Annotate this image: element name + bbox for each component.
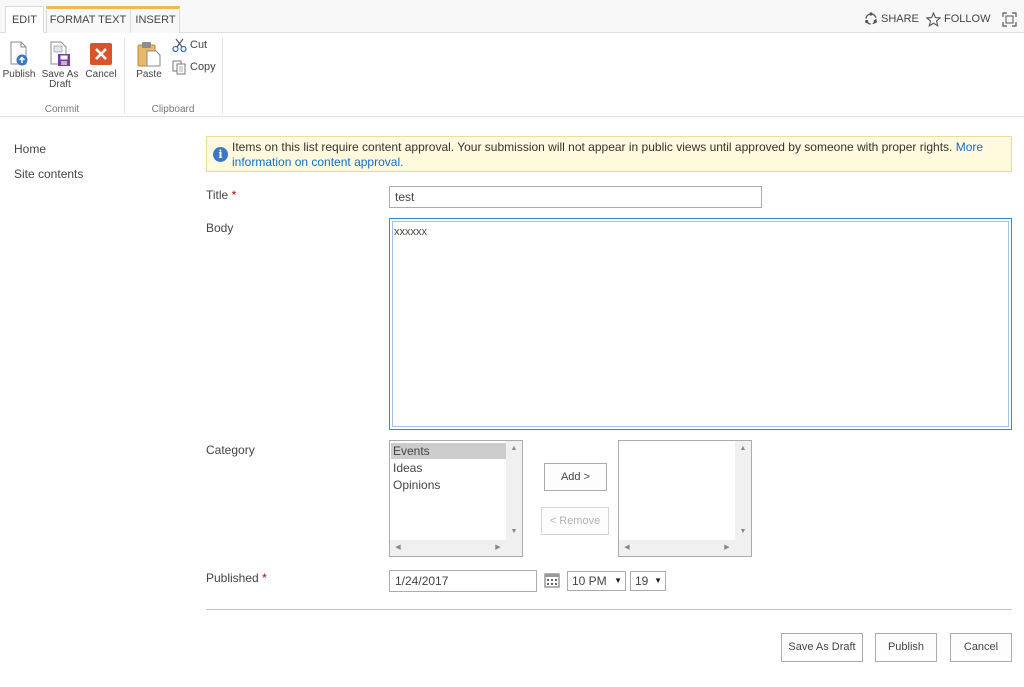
share-button[interactable]: SHARE bbox=[864, 11, 919, 27]
publish-ribbon-button[interactable]: Publish bbox=[2, 41, 36, 80]
copy-label: Copy bbox=[190, 61, 216, 73]
scroll-left-icon[interactable]: ◀ bbox=[619, 540, 635, 556]
cancel-button[interactable]: Cancel bbox=[950, 633, 1012, 662]
vertical-scrollbar[interactable]: ▲ ▼ bbox=[506, 441, 522, 540]
focus-mode-button[interactable] bbox=[1002, 11, 1020, 27]
category-selected-list[interactable]: ▲ ▼ ◀ ▶ bbox=[618, 440, 752, 557]
save-as-draft-ribbon-label-2: Draft bbox=[49, 79, 71, 90]
body-label: Body bbox=[206, 221, 234, 235]
scroll-right-icon[interactable]: ▶ bbox=[490, 540, 506, 556]
required-marker: * bbox=[262, 571, 267, 585]
scroll-down-icon[interactable]: ▼ bbox=[735, 524, 751, 540]
scissors-icon bbox=[172, 38, 187, 52]
banner-text: Items on this list require content appro… bbox=[232, 140, 953, 154]
tab-format-text[interactable]: FORMAT TEXT bbox=[47, 9, 129, 33]
cut-button[interactable]: Cut bbox=[172, 37, 207, 53]
horizontal-scrollbar[interactable]: ◀ ▶ bbox=[390, 540, 522, 556]
save-as-draft-button[interactable]: Save As Draft bbox=[781, 633, 863, 662]
category-option-events[interactable]: Events bbox=[391, 443, 506, 459]
publish-ribbon-label: Publish bbox=[2, 69, 36, 80]
body-editor[interactable]: xxxxxx bbox=[389, 218, 1012, 430]
ribbon-body: Publish Save As Draft Cancel Commit Past… bbox=[0, 33, 1024, 117]
cancel-ribbon-button[interactable]: Cancel bbox=[84, 41, 118, 80]
focus-icon bbox=[1002, 11, 1017, 27]
chevron-down-icon: ▼ bbox=[654, 576, 662, 585]
title-label-text: Title bbox=[206, 188, 229, 202]
remove-category-button[interactable]: < Remove bbox=[541, 507, 609, 535]
follow-button[interactable]: FOLLOW bbox=[925, 11, 991, 27]
ribbon-group-divider bbox=[124, 38, 125, 114]
banner-message: Items on this list require content appro… bbox=[232, 140, 1010, 170]
commit-group-label: Commit bbox=[44, 104, 80, 115]
copy-button[interactable]: Copy bbox=[172, 59, 216, 75]
save-as-draft-ribbon-button[interactable]: Save As Draft bbox=[40, 41, 80, 90]
tab-edit[interactable]: EDIT bbox=[5, 6, 44, 33]
nav-site-contents[interactable]: Site contents bbox=[14, 167, 83, 181]
share-label: SHARE bbox=[881, 13, 919, 25]
tab-insert[interactable]: INSERT bbox=[130, 9, 180, 33]
category-label: Category bbox=[206, 443, 255, 457]
add-category-button[interactable]: Add > bbox=[544, 463, 607, 491]
vertical-scrollbar[interactable]: ▲ ▼ bbox=[735, 441, 751, 540]
ribbon-group-divider bbox=[222, 38, 223, 114]
category-option-ideas[interactable]: Ideas bbox=[391, 460, 506, 476]
body-editor-text[interactable]: xxxxxx bbox=[392, 221, 1009, 427]
clipboard-group-label: Clipboard bbox=[151, 104, 195, 115]
title-label: Title * bbox=[206, 188, 236, 202]
cancel-ribbon-label: Cancel bbox=[85, 69, 117, 80]
nav-home[interactable]: Home bbox=[14, 142, 46, 156]
published-date-input[interactable] bbox=[389, 570, 537, 592]
ribbon-tab-bar: EDIT FORMAT TEXT INSERT SHARE FOLLOW bbox=[0, 0, 1024, 33]
paste-ribbon-label: Paste bbox=[136, 69, 162, 80]
published-label: Published * bbox=[206, 571, 267, 585]
title-input[interactable] bbox=[389, 186, 762, 208]
follow-label: FOLLOW bbox=[944, 13, 991, 25]
category-available-list[interactable]: Events Ideas Opinions ▲ ▼ ◀ ▶ bbox=[389, 440, 523, 557]
publish-icon bbox=[7, 41, 31, 67]
scroll-up-icon[interactable]: ▲ bbox=[506, 441, 522, 457]
share-icon bbox=[865, 12, 877, 25]
published-label-text: Published bbox=[206, 571, 259, 585]
form-divider bbox=[206, 609, 1012, 610]
paste-ribbon-button[interactable]: Paste bbox=[133, 41, 165, 80]
published-hour-select[interactable]: 10 PM ▼ bbox=[567, 571, 626, 591]
copy-icon bbox=[172, 60, 186, 75]
chevron-down-icon: ▼ bbox=[614, 576, 622, 585]
scroll-left-icon[interactable]: ◀ bbox=[390, 540, 406, 556]
content-approval-banner: i Items on this list require content app… bbox=[206, 136, 1012, 172]
required-marker: * bbox=[231, 188, 237, 202]
published-minute-select[interactable]: 19 ▼ bbox=[630, 571, 666, 591]
published-minute-value: 19 bbox=[635, 574, 649, 588]
save-draft-icon bbox=[48, 41, 72, 67]
cut-label: Cut bbox=[190, 39, 208, 51]
paste-icon bbox=[137, 41, 161, 67]
horizontal-scrollbar[interactable]: ◀ ▶ bbox=[619, 540, 751, 556]
info-icon: i bbox=[213, 147, 228, 162]
published-hour-value: 10 PM bbox=[572, 574, 607, 588]
star-icon bbox=[925, 11, 942, 27]
calendar-icon[interactable] bbox=[544, 572, 560, 593]
publish-button[interactable]: Publish bbox=[875, 633, 937, 662]
scroll-right-icon[interactable]: ▶ bbox=[719, 540, 735, 556]
scroll-down-icon[interactable]: ▼ bbox=[506, 524, 522, 540]
scroll-up-icon[interactable]: ▲ bbox=[735, 441, 751, 457]
category-option-opinions[interactable]: Opinions bbox=[391, 477, 506, 493]
cancel-icon bbox=[89, 41, 113, 67]
